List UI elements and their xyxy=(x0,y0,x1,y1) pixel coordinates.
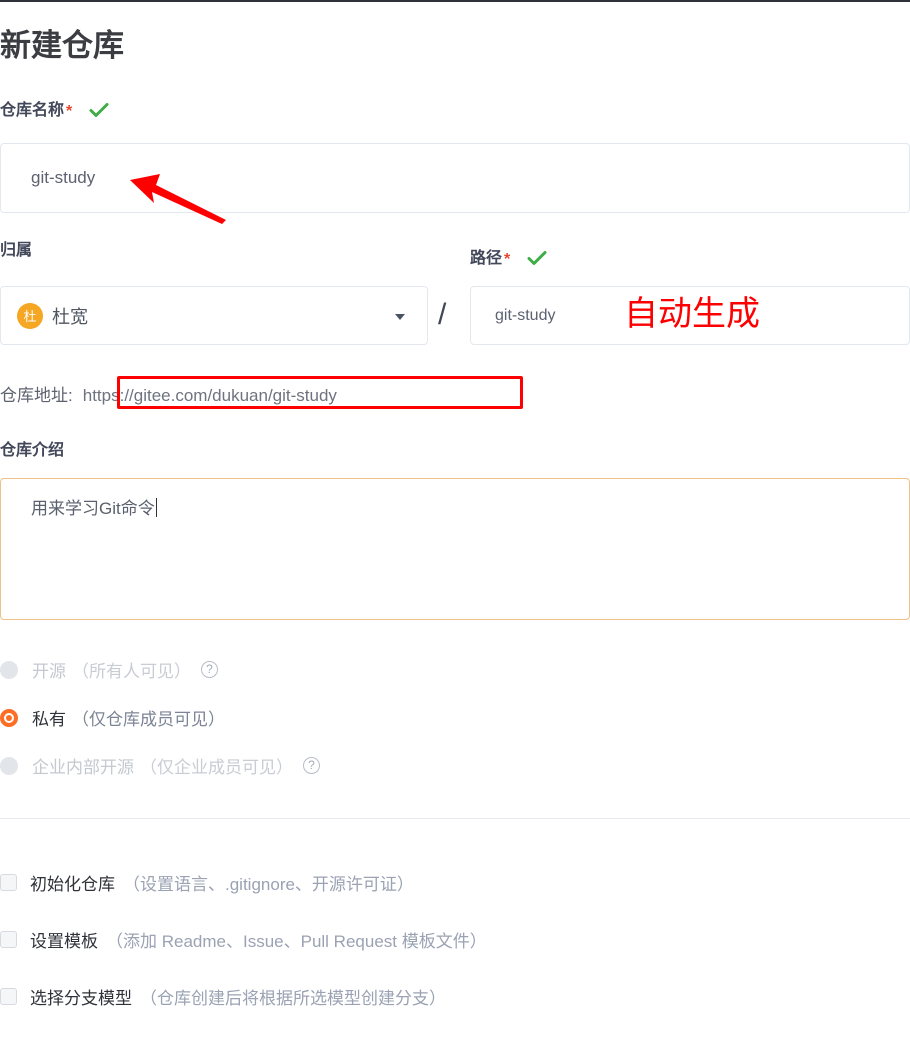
repo-name-label: 仓库名称 * xyxy=(0,100,109,125)
owner-select-value: 杜宽 xyxy=(52,306,88,327)
owner-label-text: 归属 xyxy=(0,242,33,259)
option-init-repo-label: 初始化仓库 xyxy=(30,875,115,894)
description-label-text: 仓库介绍 xyxy=(0,442,65,459)
chevron-down-icon[interactable] xyxy=(395,313,405,320)
visibility-option-public[interactable]: 开源 （所有人可见） ? xyxy=(0,657,218,682)
repo-address-value: https://gitee.com/dukuan/git-study xyxy=(82,386,337,405)
path-label-text: 路径 xyxy=(470,250,503,267)
option-init-repo-hint: （设置语言、.gitignore、开源许可证） xyxy=(123,875,414,894)
path-label: 路径 * xyxy=(470,248,547,273)
top-edge-clip xyxy=(0,0,910,2)
option-init-repo[interactable]: 初始化仓库 （设置语言、.gitignore、开源许可证） xyxy=(0,870,414,895)
repo-address-label: 仓库地址: xyxy=(0,386,73,405)
option-branch-model-hint: （仓库创建后将根据所选模型创建分支） xyxy=(140,989,446,1008)
description-value: 用来学习Git命令 xyxy=(31,499,155,518)
checkbox-icon-set-template[interactable] xyxy=(0,931,17,948)
annotation-auto-generate: 自动生成 xyxy=(624,295,760,333)
visibility-private-label: 私有 xyxy=(32,710,66,729)
radio-icon-enterprise[interactable] xyxy=(0,756,18,775)
radio-icon-public[interactable] xyxy=(0,660,18,679)
new-repository-page: 新建仓库 仓库名称 * git-study 归属 杜 杜宽 / 路径 * git-s… xyxy=(0,0,910,1057)
checkbox-icon-init-repo[interactable] xyxy=(0,874,17,891)
path-input-value: git-study xyxy=(495,306,556,324)
radio-icon-private[interactable] xyxy=(0,708,18,727)
visibility-public-label: 开源 xyxy=(32,662,66,681)
option-branch-model-label: 选择分支模型 xyxy=(30,989,132,1008)
page-title: 新建仓库 xyxy=(0,27,124,63)
repo-name-input[interactable]: git-study xyxy=(0,143,910,213)
repo-name-label-text: 仓库名称 xyxy=(0,102,65,119)
repo-name-input-value: git-study xyxy=(31,168,96,187)
option-branch-model[interactable]: 选择分支模型 （仓库创建后将根据所选模型创建分支） xyxy=(0,984,446,1009)
option-set-template[interactable]: 设置模板 （添加 Readme、Issue、Pull Request 模板文件） xyxy=(0,927,487,952)
repo-name-required-mark: * xyxy=(66,103,73,120)
repo-name-valid-check-icon xyxy=(89,102,109,125)
option-set-template-hint: （添加 Readme、Issue、Pull Request 模板文件） xyxy=(106,932,487,951)
visibility-option-enterprise[interactable]: 企业内部开源 （仅企业成员可见） ? xyxy=(0,753,320,778)
owner-select[interactable]: 杜 杜宽 xyxy=(0,286,428,345)
help-icon-public[interactable]: ? xyxy=(201,661,218,678)
help-icon-enterprise[interactable]: ? xyxy=(303,757,320,774)
path-separator: / xyxy=(438,298,447,331)
visibility-public-hint: （所有人可见） xyxy=(72,662,191,681)
visibility-private-hint: （仅仓库成员可见） xyxy=(72,710,225,729)
checkbox-icon-branch-model[interactable] xyxy=(0,988,17,1005)
path-valid-check-icon xyxy=(527,250,547,273)
path-required-mark: * xyxy=(504,251,511,268)
description-textarea[interactable]: 用来学习Git命令 xyxy=(0,478,910,620)
visibility-enterprise-hint: （仅企业成员可见） xyxy=(140,758,293,777)
visibility-enterprise-label: 企业内部开源 xyxy=(32,758,134,777)
section-divider xyxy=(0,818,910,819)
text-cursor xyxy=(155,498,157,517)
owner-label: 归属 xyxy=(0,240,32,262)
repo-address-row: 仓库地址: https://gitee.com/dukuan/git-study xyxy=(0,381,337,406)
visibility-option-private[interactable]: 私有 （仅仓库成员可见） xyxy=(0,705,225,730)
owner-avatar: 杜 xyxy=(17,302,43,329)
description-label: 仓库介绍 xyxy=(0,440,64,462)
option-set-template-label: 设置模板 xyxy=(30,932,98,951)
